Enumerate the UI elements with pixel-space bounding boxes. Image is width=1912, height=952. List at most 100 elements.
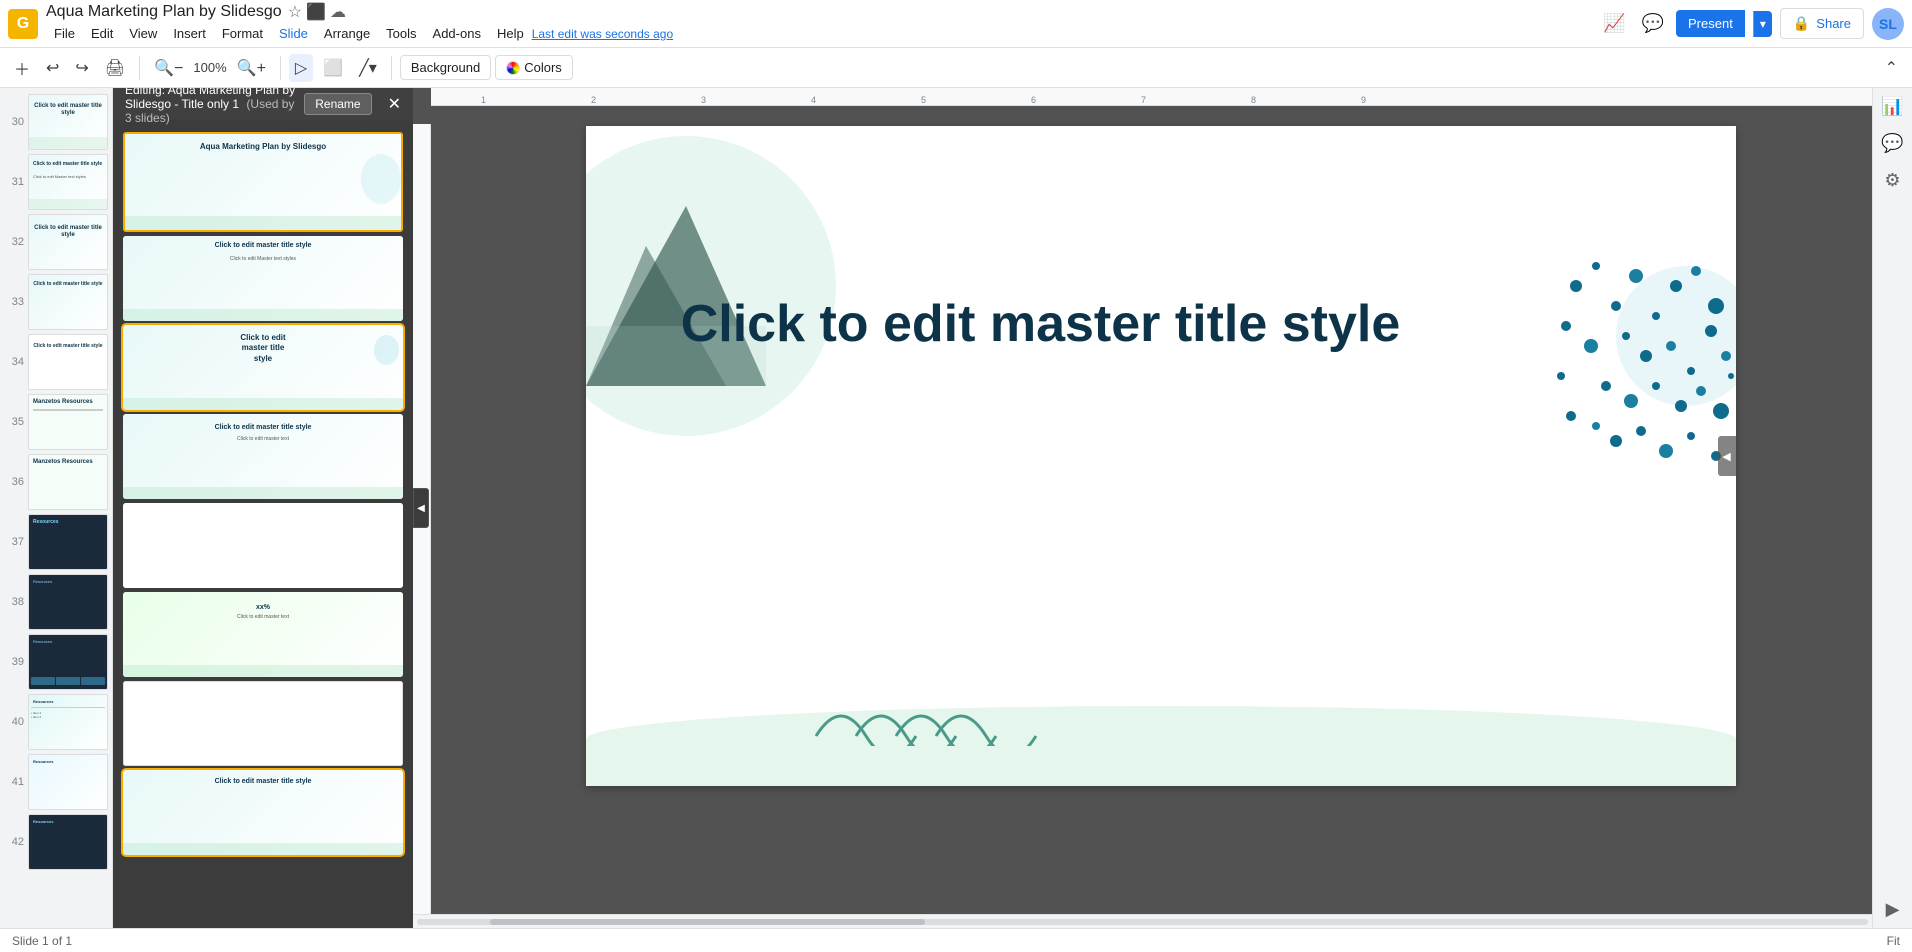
panel-collapse-arrow[interactable]: ◀: [413, 488, 429, 528]
shape-button[interactable]: ⬜: [317, 54, 349, 82]
slide-thumb-row-42[interactable]: 42 Resources: [0, 812, 112, 872]
slide-thumb-38-inner: Resources: [29, 575, 107, 629]
present-button[interactable]: Present: [1676, 10, 1745, 37]
scrollbar-thumb[interactable]: [490, 919, 925, 925]
slide-thumb-30[interactable]: Click to edit master title style: [28, 94, 108, 150]
line-button[interactable]: ╱▾: [353, 54, 383, 82]
rename-button[interactable]: Rename: [304, 93, 371, 115]
horizontal-scrollbar[interactable]: [413, 914, 1872, 928]
menu-slide[interactable]: Slide: [271, 22, 316, 45]
master-layout-2[interactable]: Click to editmaster titlestyle: [123, 325, 403, 410]
toolbar: ＋ ↩ ↪ 🖨 🔍− 100% 🔍+ ▷ ⬜ ╱▾ Background Col…: [0, 48, 1912, 88]
comments-button[interactable]: 💬: [1638, 9, 1668, 38]
slide-thumb-41-inner: Resources: [29, 755, 107, 809]
doc-title-row: Aqua Marketing Plan by Slidesgo ☆ ⬛ ☁: [46, 2, 1591, 22]
master-layout-7[interactable]: Click to edit master title style: [123, 770, 403, 855]
canvas-expand-btn[interactable]: ◀: [1718, 436, 1736, 476]
menu-tools[interactable]: Tools: [378, 22, 424, 45]
menu-format[interactable]: Format: [214, 22, 271, 45]
slide-thumb-row-41[interactable]: 41 Resources: [0, 752, 112, 812]
slide-thumb-41[interactable]: Resources: [28, 754, 108, 810]
menu-edit[interactable]: Edit: [83, 22, 121, 45]
slide-thumb-42[interactable]: Resources: [28, 814, 108, 870]
app-logo[interactable]: G: [8, 9, 38, 39]
add-slide-button[interactable]: ＋: [8, 52, 36, 84]
explore-icon[interactable]: 📊: [1881, 96, 1903, 117]
present-dropdown-button[interactable]: ▾: [1753, 11, 1772, 37]
slide-thumb-row-31[interactable]: 31 Click to edit master title style Clic…: [0, 152, 112, 212]
slide-thumb-row-37[interactable]: 37 Resources: [0, 512, 112, 572]
title-icons: ☆ ⬛ ☁: [288, 2, 346, 22]
cloud-icon[interactable]: ☁: [330, 2, 346, 22]
close-master-button[interactable]: ✕: [388, 94, 401, 114]
slide-thumb-34[interactable]: Click to edit master title style: [28, 334, 108, 390]
master-layout-1[interactable]: Click to edit master title style Click t…: [123, 236, 403, 321]
slide-thumb-39[interactable]: Resources: [28, 634, 108, 690]
slide-thumb-36[interactable]: Manzetos Resources: [28, 454, 108, 510]
avatar[interactable]: SL: [1872, 8, 1904, 40]
slide-thumb-row-34[interactable]: 34 Click to edit master title style: [0, 332, 112, 392]
slide-title[interactable]: Click to edit master title style: [646, 296, 1436, 353]
comments-side-icon[interactable]: 💬: [1881, 133, 1903, 154]
zoom-in-button[interactable]: 🔍+: [231, 54, 272, 82]
slide-thumb-row-35[interactable]: 35 Manzetos Resources: [0, 392, 112, 452]
slide-thumb-32[interactable]: Click to edit master title style: [28, 214, 108, 270]
collapse-toolbar-button[interactable]: ⌃: [1879, 54, 1904, 82]
colors-button[interactable]: Colors: [495, 55, 573, 80]
slide-thumb-row-36[interactable]: 36 Manzetos Resources: [0, 452, 112, 512]
ruler-mark-8: 8: [1251, 95, 1256, 105]
master-layout-3[interactable]: Click to edit master title style Click t…: [123, 414, 403, 499]
slide-thumb-31-inner: Click to edit master title style Click t…: [29, 155, 107, 209]
canvas-area: 1 2 3 4 5 6 7 8 9: [413, 88, 1872, 928]
zoom-out-button[interactable]: 🔍−: [148, 54, 189, 82]
zoom-fit-label[interactable]: Fit: [1887, 934, 1900, 948]
slide-thumb-row-32[interactable]: 32 Click to edit master title style: [0, 212, 112, 272]
slide-canvas: Click to edit master title style: [586, 126, 1736, 786]
canvas-scroll[interactable]: Click to edit master title style: [431, 106, 1872, 914]
slide-thumb-row-39[interactable]: 39 Resources: [0, 632, 112, 692]
slide-num-30: 30: [4, 116, 24, 128]
menu-view[interactable]: View: [121, 22, 165, 45]
master-thumb-1[interactable]: Aqua Marketing Plan by Slidesgo: [123, 132, 403, 232]
activity-button[interactable]: 📈: [1599, 9, 1629, 38]
master-layout-6[interactable]: [123, 681, 403, 766]
slide-num-42: 42: [4, 836, 24, 848]
menu-help[interactable]: Help: [489, 22, 532, 45]
slide-num-31: 31: [4, 176, 24, 188]
slide-thumb-row-40[interactable]: 40 Resources • Item 1 • Item 2: [0, 692, 112, 752]
settings-side-icon[interactable]: ⚙: [1884, 170, 1900, 191]
slide-thumb-row-30[interactable]: 30 Click to edit master title style: [0, 92, 112, 152]
cursor-button[interactable]: ▷: [289, 54, 313, 82]
menu-arrange[interactable]: Arrange: [316, 22, 378, 45]
top-right-actions: 📈 💬 Present ▾ 🔒 Share SL: [1599, 8, 1904, 40]
zoom-level: 100%: [193, 60, 226, 75]
slide-num-35: 35: [4, 416, 24, 428]
scrollbar-track[interactable]: [417, 919, 1868, 925]
undo-button[interactable]: ↩: [40, 54, 65, 82]
star-icon[interactable]: ☆: [288, 2, 302, 22]
slide-thumb-37[interactable]: Resources: [28, 514, 108, 570]
slide-thumb-38[interactable]: Resources: [28, 574, 108, 630]
master-layout-1-inner: Click to edit master title style Click t…: [123, 236, 403, 321]
master-layout-5[interactable]: xx% Click to edit master text: [123, 592, 403, 677]
slide-thumb-row-33[interactable]: 33 Click to edit master title style: [0, 272, 112, 332]
menu-addons[interactable]: Add-ons: [425, 22, 489, 45]
background-button[interactable]: Background: [400, 55, 491, 80]
expand-right-btn[interactable]: ▶: [1886, 899, 1900, 920]
slide-thumb-31[interactable]: Click to edit master title style Click t…: [28, 154, 108, 210]
slide-thumb-40[interactable]: Resources • Item 1 • Item 2: [28, 694, 108, 750]
folder-icon[interactable]: ⬛: [306, 2, 326, 22]
print-button[interactable]: 🖨: [99, 54, 131, 82]
share-button[interactable]: 🔒 Share: [1780, 8, 1864, 39]
slide-thumb-row-38[interactable]: 38 Resources: [0, 572, 112, 632]
redo-button[interactable]: ↪: [69, 54, 94, 82]
slide-thumb-33[interactable]: Click to edit master title style: [28, 274, 108, 330]
menu-file[interactable]: File: [46, 22, 83, 45]
top-bar: G Aqua Marketing Plan by Slidesgo ☆ ⬛ ☁ …: [0, 0, 1912, 48]
master-layout-4[interactable]: [123, 503, 403, 588]
slide-thumb-35[interactable]: Manzetos Resources: [28, 394, 108, 450]
menu-insert[interactable]: Insert: [165, 22, 214, 45]
ruler-mark-3: 3: [701, 95, 706, 105]
last-edit-link[interactable]: Last edit was seconds ago: [532, 27, 673, 41]
slide-info: Slide 1 of 1: [12, 934, 72, 948]
